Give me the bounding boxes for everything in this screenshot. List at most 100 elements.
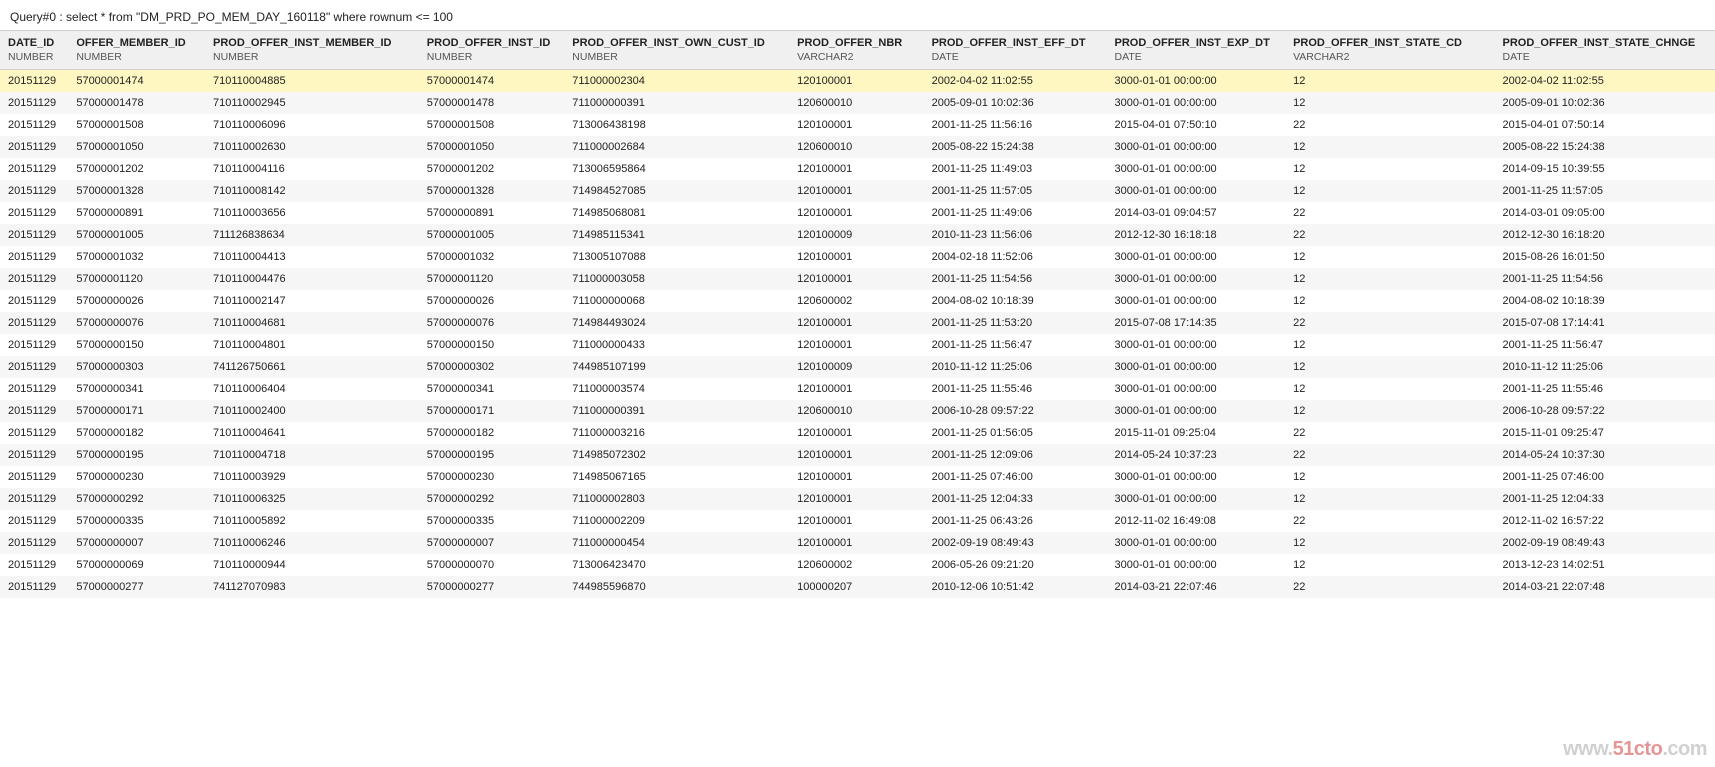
cell[interactable]: 3000-01-01 00:00:00 — [1107, 356, 1286, 378]
cell[interactable]: 12 — [1285, 136, 1494, 158]
cell[interactable]: 3000-01-01 00:00:00 — [1107, 158, 1286, 180]
cell[interactable]: 57000000891 — [68, 202, 205, 224]
cell[interactable]: 120100001 — [789, 466, 923, 488]
cell[interactable]: 57000001050 — [419, 136, 564, 158]
cell[interactable]: 120100001 — [789, 510, 923, 532]
cell[interactable]: 711000002684 — [564, 136, 789, 158]
cell[interactable]: 57000000070 — [419, 554, 564, 576]
cell[interactable]: 2012-11-02 16:49:08 — [1107, 510, 1286, 532]
cell[interactable]: 2006-10-28 09:57:22 — [1494, 400, 1715, 422]
cell[interactable]: 711000003058 — [564, 268, 789, 290]
cell[interactable]: 20151129 — [0, 290, 68, 312]
cell[interactable]: 2002-04-02 11:02:55 — [1494, 70, 1715, 93]
cell[interactable]: 714984527085 — [564, 180, 789, 202]
column-header[interactable]: PROD_OFFER_NBRVARCHAR2 — [789, 31, 923, 70]
cell[interactable]: 120100001 — [789, 444, 923, 466]
cell[interactable]: 2001-11-25 11:53:20 — [924, 312, 1107, 334]
cell[interactable]: 2001-11-25 01:56:05 — [924, 422, 1107, 444]
cell[interactable]: 57000000182 — [68, 422, 205, 444]
cell[interactable]: 22 — [1285, 224, 1494, 246]
cell[interactable]: 57000001508 — [419, 114, 564, 136]
cell[interactable]: 2010-11-12 11:25:06 — [924, 356, 1107, 378]
cell[interactable]: 20151129 — [0, 136, 68, 158]
cell[interactable]: 2010-11-23 11:56:06 — [924, 224, 1107, 246]
cell[interactable]: 711000000391 — [564, 92, 789, 114]
column-header[interactable]: PROD_OFFER_INST_EXP_DTDATE — [1107, 31, 1286, 70]
cell[interactable]: 2015-11-01 09:25:47 — [1494, 422, 1715, 444]
cell[interactable]: 711000000068 — [564, 290, 789, 312]
cell[interactable]: 711000002304 — [564, 70, 789, 93]
cell[interactable]: 20151129 — [0, 180, 68, 202]
table-row[interactable]: 2015112957000000335710110005892570000003… — [0, 510, 1715, 532]
cell[interactable]: 2010-11-12 11:25:06 — [1494, 356, 1715, 378]
cell[interactable]: 711000003574 — [564, 378, 789, 400]
cell[interactable]: 2014-03-21 22:07:46 — [1107, 576, 1286, 598]
cell[interactable]: 714985072302 — [564, 444, 789, 466]
cell[interactable]: 711000003216 — [564, 422, 789, 444]
cell[interactable]: 710110004885 — [205, 70, 419, 93]
cell[interactable]: 713005107088 — [564, 246, 789, 268]
table-row[interactable]: 2015112957000001328710110008142570000013… — [0, 180, 1715, 202]
cell[interactable]: 12 — [1285, 290, 1494, 312]
cell[interactable]: 2005-09-01 10:02:36 — [924, 92, 1107, 114]
cell[interactable]: 3000-01-01 00:00:00 — [1107, 268, 1286, 290]
cell[interactable]: 57000000076 — [68, 312, 205, 334]
column-header[interactable]: OFFER_MEMBER_IDNUMBER — [68, 31, 205, 70]
cell[interactable]: 57000000277 — [419, 576, 564, 598]
cell[interactable]: 710110004476 — [205, 268, 419, 290]
column-header[interactable]: PROD_OFFER_INST_STATE_CDVARCHAR2 — [1285, 31, 1494, 70]
cell[interactable]: 20151129 — [0, 202, 68, 224]
table-row[interactable]: 2015112957000000182710110004641570000001… — [0, 422, 1715, 444]
cell[interactable]: 57000001005 — [419, 224, 564, 246]
cell[interactable]: 2001-11-25 12:04:33 — [1494, 488, 1715, 510]
cell[interactable]: 57000000171 — [419, 400, 564, 422]
cell[interactable]: 22 — [1285, 510, 1494, 532]
cell[interactable]: 20151129 — [0, 158, 68, 180]
cell[interactable]: 12 — [1285, 246, 1494, 268]
cell[interactable]: 120600010 — [789, 136, 923, 158]
cell[interactable]: 710110004641 — [205, 422, 419, 444]
cell[interactable]: 12 — [1285, 378, 1494, 400]
cell[interactable]: 3000-01-01 00:00:00 — [1107, 136, 1286, 158]
cell[interactable]: 2014-05-24 10:37:23 — [1107, 444, 1286, 466]
cell[interactable]: 120100009 — [789, 224, 923, 246]
cell[interactable]: 711126838634 — [205, 224, 419, 246]
cell[interactable]: 57000001005 — [68, 224, 205, 246]
cell[interactable]: 12 — [1285, 400, 1494, 422]
cell[interactable]: 120100001 — [789, 532, 923, 554]
cell[interactable]: 2002-04-02 11:02:55 — [924, 70, 1107, 93]
cell[interactable]: 57000001478 — [419, 92, 564, 114]
table-row[interactable]: 2015112957000001005711126838634570000010… — [0, 224, 1715, 246]
table-row[interactable]: 2015112957000000076710110004681570000000… — [0, 312, 1715, 334]
cell[interactable]: 2001-11-25 11:55:46 — [1494, 378, 1715, 400]
cell[interactable]: 710110004413 — [205, 246, 419, 268]
cell[interactable]: 57000000007 — [68, 532, 205, 554]
cell[interactable]: 2006-05-26 09:21:20 — [924, 554, 1107, 576]
cell[interactable]: 57000000335 — [419, 510, 564, 532]
table-row[interactable]: 2015112957000000026710110002147570000000… — [0, 290, 1715, 312]
cell[interactable]: 711000000391 — [564, 400, 789, 422]
cell[interactable]: 57000001050 — [68, 136, 205, 158]
cell[interactable]: 120100001 — [789, 70, 923, 93]
cell[interactable]: 710110002945 — [205, 92, 419, 114]
cell[interactable]: 120100001 — [789, 378, 923, 400]
cell[interactable]: 57000000007 — [419, 532, 564, 554]
cell[interactable]: 12 — [1285, 268, 1494, 290]
cell[interactable]: 3000-01-01 00:00:00 — [1107, 532, 1286, 554]
cell[interactable]: 2014-05-24 10:37:30 — [1494, 444, 1715, 466]
cell[interactable]: 22 — [1285, 444, 1494, 466]
cell[interactable]: 2001-11-25 12:09:06 — [924, 444, 1107, 466]
cell[interactable]: 2015-08-26 16:01:50 — [1494, 246, 1715, 268]
cell[interactable]: 713006438198 — [564, 114, 789, 136]
cell[interactable]: 2001-11-25 06:43:26 — [924, 510, 1107, 532]
column-header[interactable]: PROD_OFFER_INST_IDNUMBER — [419, 31, 564, 70]
cell[interactable]: 57000000277 — [68, 576, 205, 598]
table-row[interactable]: 2015112957000000007710110006246570000000… — [0, 532, 1715, 554]
cell[interactable]: 22 — [1285, 422, 1494, 444]
cell[interactable]: 711000002209 — [564, 510, 789, 532]
cell[interactable]: 57000000195 — [68, 444, 205, 466]
cell[interactable]: 57000001032 — [419, 246, 564, 268]
cell[interactable]: 57000001032 — [68, 246, 205, 268]
table-row[interactable]: 2015112957000000341710110006404570000003… — [0, 378, 1715, 400]
cell[interactable]: 3000-01-01 00:00:00 — [1107, 466, 1286, 488]
